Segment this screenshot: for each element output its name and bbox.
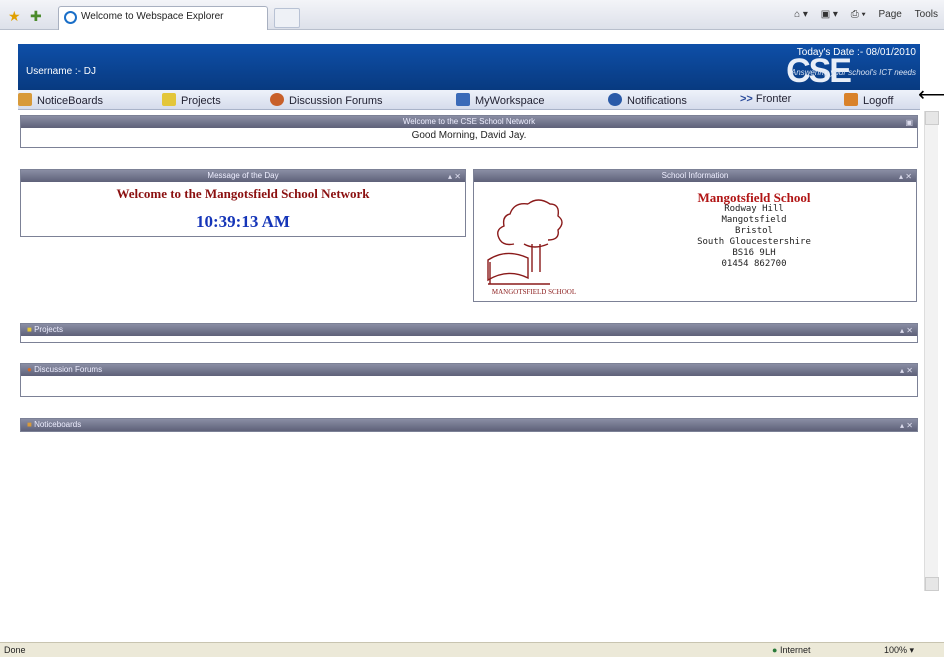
nav-discussion-forums[interactable]: Discussion Forums: [270, 93, 383, 107]
school-info-text: Mangotsfield School Rodway Hill Mangotsf…: [664, 190, 844, 270]
page-viewport: Username :- DJ Today's Date :- 08/01/201…: [0, 31, 944, 642]
folder-icon: ■: [27, 325, 32, 334]
school-crest-logo: MANGOTSFIELD SCHOOL: [487, 199, 576, 296]
main-nav: NoticeBoards Projects Discussion Forums …: [18, 90, 920, 110]
scroll-down-button[interactable]: [925, 577, 939, 591]
favorites-star-icon[interactable]: ★: [8, 8, 21, 25]
address-line: Rodway Hill: [724, 204, 784, 214]
motd-clock: 10:39:13 AM: [196, 212, 290, 231]
add-favorite-icon[interactable]: ✚: [30, 8, 42, 25]
nav-fronter[interactable]: >> Fronter: [740, 93, 791, 105]
panel-controls-icon[interactable]: ▴ ✕: [900, 325, 913, 337]
motd-message: Welcome to the Mangotsfield School Netwo…: [116, 186, 370, 201]
status-bar: Done ● Internet 100% ▾: [0, 642, 944, 657]
school-info-panel: School Information ▴ ✕ MANGOTSFIELD SCHO…: [473, 169, 917, 302]
nav-myworkspace[interactable]: MyWorkspace: [456, 93, 544, 107]
pointer-arrow-icon: ⟵: [918, 84, 944, 106]
address-line: Bristol: [735, 226, 773, 236]
greeting-text: Good Morning, David Jay.: [411, 130, 527, 141]
nav-projects[interactable]: Projects: [162, 93, 221, 107]
nav-logoff[interactable]: Logoff: [844, 93, 893, 107]
panel-controls-icon[interactable]: ▴ ✕: [900, 365, 913, 377]
welcome-panel-header: Welcome to the CSE School Network ▣: [21, 116, 917, 128]
zoom-level[interactable]: 100% ▾: [884, 645, 914, 656]
address-line: Mangotsfield: [721, 215, 787, 225]
folder-icon: [162, 93, 176, 106]
ie-logo-icon: [64, 11, 77, 24]
status-text: Done: [4, 645, 26, 655]
panel-controls-icon[interactable]: ▴ ✕: [899, 171, 912, 183]
forums-panel-header: ● Discussion Forums ▴ ✕: [21, 364, 917, 376]
security-zone[interactable]: ● Internet: [772, 645, 810, 655]
welcome-panel: Welcome to the CSE School Network ▣ Good…: [20, 115, 918, 148]
projects-panel-header: ■ Projects ▴ ✕: [21, 324, 917, 336]
forums-panel: ● Discussion Forums ▴ ✕: [20, 363, 918, 397]
phone-number: 01454 862700: [721, 259, 787, 269]
tools-menu[interactable]: Tools: [915, 9, 938, 20]
info-icon: [608, 93, 622, 106]
site-header: Username :- DJ Today's Date :- 08/01/201…: [18, 44, 920, 90]
school-panel-header: School Information ▴ ✕: [474, 170, 916, 182]
motd-panel-header: Message of the Day ▴ ✕: [21, 170, 465, 182]
browser-tab[interactable]: Welcome to Webspace Explorer: [58, 6, 268, 30]
noticeboard-icon: [18, 93, 32, 106]
noticeboards-panel-header: ■ Noticeboards ▴ ✕: [21, 419, 917, 431]
tab-title: Welcome to Webspace Explorer: [81, 11, 224, 22]
workspace-icon: [456, 93, 470, 106]
home-icon[interactable]: ⌂ ▾: [794, 9, 808, 20]
vertical-scrollbar[interactable]: [924, 111, 939, 591]
logo-tagline: Answering your school's ICT needs: [790, 68, 916, 77]
address-line: South Gloucestershire: [697, 237, 811, 247]
discussion-icon: [270, 93, 284, 106]
new-tab-button[interactable]: [274, 8, 300, 28]
panel-controls-icon[interactable]: ▴ ✕: [448, 171, 461, 183]
postcode: BS16 9LH: [732, 248, 776, 258]
panel-controls-icon[interactable]: ▴ ✕: [900, 420, 913, 432]
nav-notifications[interactable]: Notifications: [608, 93, 687, 107]
noticeboard-icon: ■: [27, 420, 32, 429]
noticeboards-panel: ■ Noticeboards ▴ ✕: [20, 418, 918, 432]
username-label: Username :- DJ: [26, 66, 97, 77]
page-menu[interactable]: Page: [879, 9, 902, 20]
print-icon[interactable]: ⎙ ▾: [851, 9, 866, 20]
command-bar: ⌂ ▾ ▣ ▾ ⎙ ▾ Page Tools: [784, 9, 938, 20]
school-name: Mangotsfield School: [697, 190, 811, 205]
projects-panel: ■ Projects ▴ ✕: [20, 323, 918, 343]
discussion-icon: ●: [27, 365, 32, 374]
logoff-icon: [844, 93, 858, 106]
feeds-icon[interactable]: ▣ ▾: [821, 9, 838, 20]
crest-caption: MANGOTSFIELD SCHOOL: [492, 288, 576, 296]
close-icon[interactable]: ▣: [905, 117, 913, 129]
motd-panel: Message of the Day ▴ ✕ Welcome to the Ma…: [20, 169, 466, 237]
scroll-up-button[interactable]: [925, 111, 939, 125]
motd-title: Message of the Day: [207, 171, 279, 180]
school-panel-title: School Information: [661, 171, 729, 180]
chevron-right-icon: >>: [740, 93, 753, 105]
nav-noticeboards[interactable]: NoticeBoards: [18, 93, 103, 107]
browser-toolbar: ★ ✚ Welcome to Webspace Explorer ⌂ ▾ ▣ ▾…: [0, 0, 944, 30]
globe-icon: ●: [772, 645, 780, 655]
